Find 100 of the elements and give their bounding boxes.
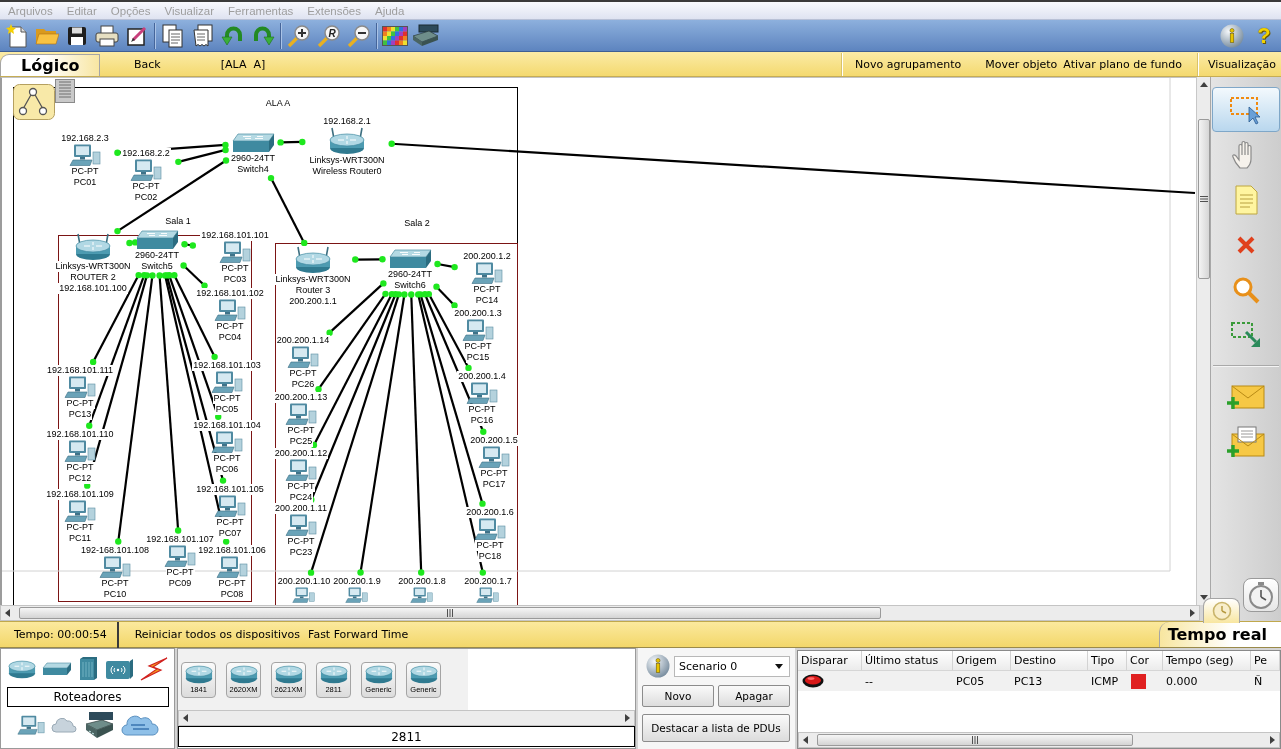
link-light-icon <box>222 538 230 545</box>
logical-view-icon[interactable] <box>13 84 55 120</box>
wireless-router-icon[interactable] <box>327 127 367 155</box>
end-device-icon[interactable] <box>16 715 45 735</box>
scroll-right-icon[interactable] <box>622 713 632 723</box>
grip-icon <box>971 736 979 744</box>
column-header: Pe <box>1251 651 1280 671</box>
scroll-down-icon[interactable] <box>1198 592 1209 602</box>
scenario-button[interactable]: Apagar <box>718 685 790 707</box>
device-name-label: PC09 <box>167 578 193 589</box>
horizontal-scrollbar[interactable] <box>798 732 1280 748</box>
select-icon <box>1229 94 1263 125</box>
table-cell-text: PC05 <box>955 674 986 688</box>
switch-icon[interactable] <box>41 662 72 676</box>
horizontal-scrollbar[interactable] <box>178 710 635 726</box>
server-rack-icon[interactable] <box>55 79 75 103</box>
link-light-icon <box>86 422 93 429</box>
table-cell-text: -- <box>864 674 874 688</box>
link-light-icon <box>201 282 208 289</box>
grip-icon <box>1199 195 1208 203</box>
stopwatch-icon <box>1248 581 1274 609</box>
cloud-icon[interactable] <box>50 717 77 733</box>
wireless-router-icon[interactable] <box>293 246 333 274</box>
device-model-label: PC-PT <box>100 578 130 589</box>
device-name-label: Wireless Router0 <box>311 166 383 177</box>
ip-address-label: 192.168.101.106 <box>197 545 267 556</box>
device-name-label: PC14 <box>474 295 500 306</box>
simulation-tab[interactable] <box>1243 578 1279 612</box>
table-cell-text: Ñ <box>1253 674 1264 688</box>
device-name-label: PC10 <box>102 589 128 600</box>
workspace-action-button[interactable]: Novo agrupamento <box>853 55 964 73</box>
note-icon <box>1233 184 1259 215</box>
column-header: Tipo <box>1088 651 1127 671</box>
router-icon <box>364 664 393 684</box>
device-name-label: ROUTER 2 <box>69 272 117 283</box>
zoom-reset-button[interactable]: R <box>315 21 343 50</box>
workspace-action-button[interactable]: Ativar plano de fundo <box>1061 55 1185 73</box>
device-name-label: PC08 <box>219 589 245 600</box>
pc-icon[interactable] <box>214 495 246 517</box>
horizontal-scrollbar[interactable] <box>0 605 1200 621</box>
switch-icon[interactable] <box>135 230 179 250</box>
pc-icon[interactable] <box>211 431 243 453</box>
hub-icon[interactable] <box>77 657 98 681</box>
workspace-action-button[interactable]: Mover objeto <box>983 55 1060 73</box>
switch-icon[interactable] <box>231 133 275 153</box>
scroll-left-icon[interactable] <box>181 713 191 723</box>
table-row[interactable]: -- PC05 PC13 ICMP 0.000 Ñ <box>798 671 1280 691</box>
scenario-button[interactable]: Novo <box>642 685 714 707</box>
router-icon <box>274 664 303 684</box>
mode-tab[interactable]: Tempo real <box>1159 622 1281 647</box>
router-icon <box>319 664 348 684</box>
lightning-icon[interactable] <box>139 657 168 681</box>
device-name-label: PC23 <box>288 547 314 558</box>
device-model-label: PC-PT <box>70 166 100 177</box>
document-stack-icon <box>192 23 214 48</box>
print-icon <box>95 24 119 47</box>
link-light-icon <box>352 256 359 263</box>
pc-icon[interactable] <box>466 382 498 404</box>
ip-address-label: 192.168.2.1 <box>322 116 372 127</box>
device-model-label: PC-PT <box>286 481 316 492</box>
ip-address-label: 192.168.2.3 <box>60 133 110 144</box>
palette-icon <box>382 25 408 46</box>
ip-address-label: 200.200.1.2 <box>462 251 512 262</box>
router-icon[interactable] <box>7 659 36 679</box>
scroll-left-icon[interactable] <box>3 608 13 618</box>
device-name-label: PC03 <box>222 274 248 285</box>
ip-address-label: 200.200.1.8 <box>397 576 447 587</box>
back-button[interactable]: Back <box>132 55 163 73</box>
column-header: Tempo (seg) <box>1163 651 1251 671</box>
ip-address-label: 200.200.1.9 <box>332 576 382 587</box>
scrollbar-thumb[interactable] <box>817 734 1133 746</box>
grip-icon <box>446 609 454 617</box>
vertical-scrollbar[interactable] <box>1196 77 1210 605</box>
viewport-button[interactable]: Visualização <box>1206 55 1278 73</box>
simulation-time-label: Tempo: 00:00:54 <box>14 628 107 641</box>
device-model-label: Linksys-WRT300N <box>308 155 386 166</box>
toggle-pdu-list-button[interactable]: Destacar a lista de PDUs <box>642 714 790 742</box>
ip-address-label: 192.168.101.110 <box>45 429 115 440</box>
time-bar-button[interactable]: Reiniciar todos os dispositivos <box>130 625 305 644</box>
time-bar-button[interactable]: Fast Forward Time <box>304 625 413 644</box>
multiuser-cloud-icon[interactable] <box>120 713 159 737</box>
device-model-label: 2960-24TT <box>133 250 180 261</box>
switch-icon[interactable] <box>388 249 432 269</box>
scroll-left-icon[interactable] <box>801 735 811 745</box>
scroll-up-icon[interactable] <box>1198 80 1209 90</box>
table-cell-text: ICMP <box>1090 674 1120 688</box>
column-header: Destino <box>1011 651 1088 671</box>
scrollbar-thumb[interactable] <box>1197 119 1210 279</box>
scroll-right-icon[interactable] <box>1187 608 1197 618</box>
scenario-select[interactable]: Scenario 0 <box>674 655 790 677</box>
device-model-label: PC-PT <box>65 462 95 473</box>
trigger-button-icon[interactable] <box>802 674 824 688</box>
workspace-tab[interactable]: Lógico <box>0 54 100 76</box>
scroll-right-icon[interactable] <box>1267 735 1277 745</box>
scrollbar-thumb[interactable] <box>19 607 881 619</box>
wireless-device-icon[interactable] <box>103 658 134 680</box>
device-model-label: PC-PT <box>467 404 497 415</box>
workspace-canvas[interactable] <box>0 77 1196 605</box>
zoom-in-icon <box>287 23 311 48</box>
wireless-router-icon[interactable] <box>73 233 113 261</box>
